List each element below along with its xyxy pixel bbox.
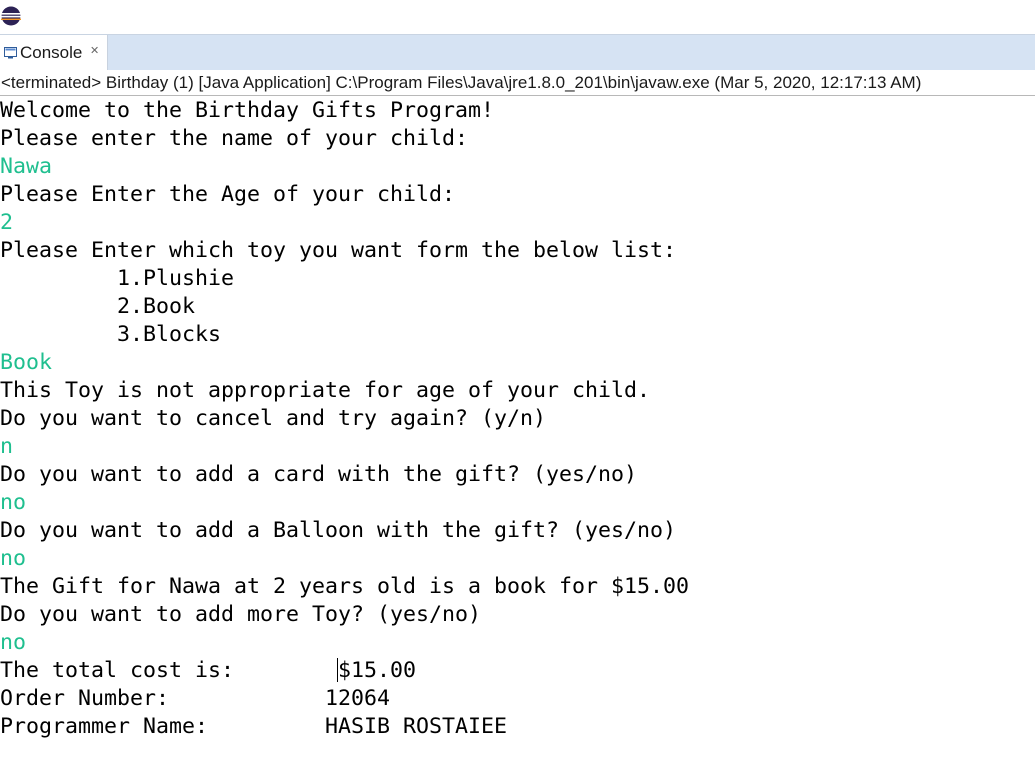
console-output-line: The Gift for Nawa at 2 years old is a bo… [0,574,690,599]
console-output-line: Do you want to add a Balloon with the gi… [0,518,677,543]
console-input-line: no [0,490,27,515]
console-output-line: Do you want to cancel and try again? (y/… [0,406,547,431]
console-status-line: <terminated> Birthday (1) [Java Applicat… [0,70,1035,96]
close-icon[interactable]: ✕ [90,44,99,57]
console-input-line: no [0,546,27,571]
eclipse-logo-icon[interactable] [1,6,21,26]
process-status: <terminated> Birthday (1) [Java Applicat… [1,73,922,92]
console-output[interactable]: Welcome to the Birthday Gifts Program! Pl… [0,97,1035,773]
console-output-line: Please Enter which toy you want form the… [0,238,677,263]
console-output-line: 1.Plushie [0,266,235,291]
tab-console[interactable]: Console ✕ [0,35,108,71]
view-tab-bar: Console ✕ [0,34,1035,71]
tab-console-label: Console [20,43,83,62]
console-input-line: Book [0,350,53,375]
console-output-line: 2.Book [0,294,196,319]
console-output-line: This Toy is not appropriate for age of y… [0,378,651,403]
console-output-line: Do you want to add more Toy? (yes/no) [0,602,482,627]
console-output-line: Do you want to add a card with the gift?… [0,462,638,487]
console-output-line: Please Enter the Age of your child: [0,182,456,207]
console-input-line: Nawa [0,154,53,179]
console-output-line: Please enter the name of your child: [0,126,469,151]
console-output-line: The total cost is: $15.00 [0,658,417,683]
console-output-line: Programmer Name: HASIB ROSTAIEE [0,714,508,739]
console-output-line: Order Number: 12064 [0,686,391,711]
text-caret [337,658,339,682]
console-output-line: 3.Blocks [0,322,222,347]
console-input-line: 2 [0,210,14,235]
console-output-line: Welcome to the Birthday Gifts Program! [0,98,495,123]
console-input-line: no [0,630,27,655]
console-input-line: n [0,434,14,459]
title-bar [0,0,1035,34]
console-icon [4,47,17,59]
